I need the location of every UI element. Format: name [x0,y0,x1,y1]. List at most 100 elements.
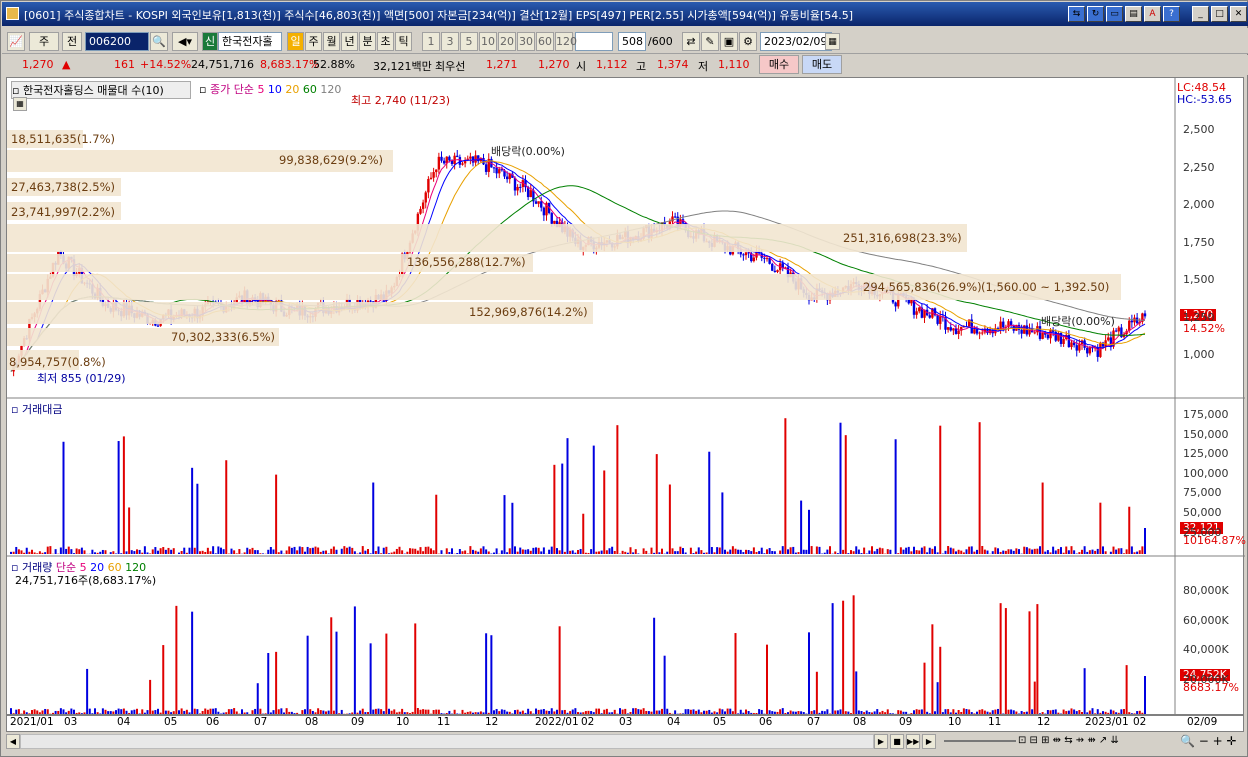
order-icon[interactable]: ⇄ [682,32,700,51]
print-icon[interactable]: ▤ [1125,6,1142,22]
date-input[interactable]: 2023/02/09 [760,32,832,51]
volume-bar [309,709,312,714]
sell-button[interactable]: 매도 [802,55,842,74]
grid-icon[interactable]: ▦ [13,97,27,111]
volume-bar [377,708,380,714]
period-tab-2[interactable]: 월 [323,32,340,51]
interval-button-60[interactable]: 60 [536,32,554,51]
period-tab-3[interactable]: 년 [341,32,358,51]
buy-button[interactable]: 매수 [759,55,799,74]
close-icon[interactable]: ✕ [1230,6,1247,22]
period-tab-5[interactable]: 초 [377,32,394,51]
settings-icon[interactable]: ⚙ [739,32,757,51]
volume-bar [1094,713,1097,714]
amount-bar [395,548,398,554]
period-tab-1[interactable]: 주 [305,32,322,51]
volume-bar [340,709,343,714]
candle-body [421,202,425,209]
horizontal-scrollbar[interactable] [20,734,874,749]
play-icon[interactable]: ▶ [874,734,888,749]
interval-button-120[interactable]: 120 [555,32,577,51]
help-icon[interactable]: ? [1163,6,1180,22]
volume-bar [482,712,485,714]
interval-input[interactable] [575,32,613,51]
amount-bar [734,548,737,554]
amount-bar [923,546,926,554]
open-price: 1,112 [596,58,628,71]
candle-body [156,325,160,327]
volume-bar [766,644,768,714]
volume-bar [941,712,944,714]
volume-bar [608,712,611,714]
amount-bar [836,553,839,554]
interval-button-30[interactable]: 30 [517,32,535,51]
volume-bar [682,713,684,714]
amount-bar [340,548,343,554]
scroll-right-icon[interactable]: ▶ [922,734,936,749]
volume-bar [553,711,556,714]
amount-bar [141,552,144,554]
volume-bar [902,711,905,714]
candle-body [505,176,509,180]
volume-bar [755,712,758,714]
amount-bar [763,553,766,554]
amount-bar [574,552,577,554]
amount-bar [794,552,797,554]
amount-bar [797,552,800,554]
count-input[interactable]: 508 [618,32,646,51]
tool-icon[interactable]: ✎ [701,32,719,51]
interval-button-10[interactable]: 10 [479,32,497,51]
save-icon[interactable]: ▣ [720,32,738,51]
interval-button-5[interactable]: 5 [460,32,478,51]
amount-bar [674,551,677,554]
volume-bar [493,710,495,714]
amount-bar [629,547,632,554]
amount-bar [789,547,792,554]
interval-button-1[interactable]: 1 [422,32,440,51]
volume-bar [920,709,923,714]
speaker-icon[interactable]: ◀▾ [172,32,198,51]
candle-body [419,208,422,214]
volume-bar [857,710,860,714]
volume-bar [760,709,763,714]
amount-bar [621,550,624,554]
period-tab-6[interactable]: 틱 [395,32,412,51]
scroll-left-icon[interactable]: ◀ [6,734,20,749]
period-tab-4[interactable]: 분 [359,32,376,51]
chart-type-icon[interactable]: 📈 [7,32,25,51]
amount-bar [1088,550,1091,554]
code-input[interactable]: 006200 [85,32,149,51]
amount-bar [217,546,220,554]
volume-bar [561,710,564,714]
calendar-icon[interactable]: ▦ [825,33,840,50]
volume-bar [1088,710,1091,714]
zoom-slider[interactable] [944,740,1016,742]
volume-bar [419,709,422,714]
interval-button-20[interactable]: 20 [498,32,516,51]
amount-bar [844,435,847,554]
stop-icon[interactable]: ■ [890,734,904,749]
minimize-icon[interactable]: _ [1192,6,1209,22]
volume-bar [1010,709,1013,714]
period-tab-0[interactable]: 일 [287,32,304,51]
search-icon[interactable]: 🔍 [150,32,168,51]
amount-bar [422,551,425,554]
amount-bar [957,549,960,554]
window-icon[interactable]: ▭ [1106,6,1123,22]
volume-bar [634,708,637,714]
interval-button-3[interactable]: 3 [441,32,459,51]
prev-button[interactable]: 전 [62,32,82,51]
fast-forward-icon[interactable]: ▶▶ [906,734,920,749]
link-icon[interactable]: ⇆ [1068,6,1085,22]
amount-bar [91,549,94,554]
chart-area[interactable]: ▫ 한국전자홀딩스 매물대 수(10) ▫ 종가 단순 5 10 20 60 1… [6,77,1246,716]
volume-bar [94,708,96,714]
amount-bar [548,549,551,554]
zoom-controls[interactable]: 🔍 − + ✛ [1180,734,1237,748]
toolbar-icons[interactable]: ⊡ ⊟ ⊞ ⇹ ⇆ ⇸ ⇻ ↗ ⇊ [1018,735,1119,746]
market-select[interactable]: 주 [29,32,59,51]
refresh-icon[interactable]: ↻ [1087,6,1104,22]
font-icon[interactable]: A [1144,6,1161,22]
current-pct-tag: 14.52% [1183,322,1225,335]
maximize-icon[interactable]: □ [1211,6,1228,22]
